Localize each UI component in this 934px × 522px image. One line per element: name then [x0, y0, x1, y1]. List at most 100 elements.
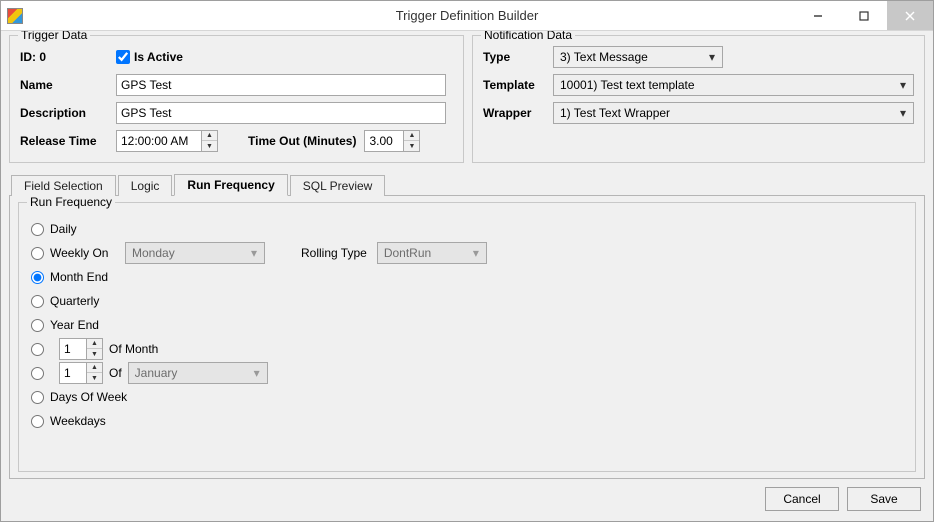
- release-time-spinner[interactable]: ▲ ▼: [116, 130, 218, 152]
- radio-of-monthname-input[interactable]: [31, 367, 44, 380]
- time-out-down[interactable]: ▼: [404, 141, 419, 151]
- tab-sql-preview[interactable]: SQL Preview: [290, 175, 386, 196]
- is-active-label: Is Active: [134, 50, 183, 64]
- chevron-down-icon: ▾: [895, 103, 911, 123]
- wrapper-value: 1) Test Text Wrapper: [560, 106, 895, 120]
- description-input[interactable]: [116, 102, 446, 124]
- weekly-day-value: Monday: [132, 246, 246, 260]
- is-active-input[interactable]: [116, 50, 130, 64]
- radio-weekly-on[interactable]: Weekly On: [31, 246, 119, 260]
- titlebar: Trigger Definition Builder: [1, 1, 933, 31]
- chevron-down-icon: ▾: [704, 47, 720, 67]
- run-frequency-legend: Run Frequency: [27, 195, 115, 209]
- radio-year-end-label: Year End: [50, 318, 99, 332]
- release-time-up[interactable]: ▲: [202, 131, 217, 141]
- radio-year-end[interactable]: Year End: [31, 318, 119, 332]
- maximize-button[interactable]: [841, 1, 887, 30]
- weekly-day-combo[interactable]: Monday ▾: [125, 242, 265, 264]
- radio-daily-input[interactable]: [31, 223, 44, 236]
- groupbox-notification-data: Notification Data Type 3) Text Message ▾…: [472, 35, 925, 163]
- of-month-label: Of Month: [109, 342, 158, 356]
- radio-weekly-on-label: Weekly On: [50, 246, 108, 260]
- tabpanel-run-frequency: Run Frequency Daily Weekly On Monday: [9, 195, 925, 479]
- type-value: 3) Text Message: [560, 50, 704, 64]
- type-label: Type: [483, 50, 553, 64]
- radio-year-end-input[interactable]: [31, 319, 44, 332]
- tab-run-frequency[interactable]: Run Frequency: [174, 174, 287, 196]
- release-time-input[interactable]: [116, 130, 202, 152]
- release-time-down[interactable]: ▼: [202, 141, 217, 151]
- window-title: Trigger Definition Builder: [1, 8, 933, 23]
- id-label: ID: 0: [20, 50, 116, 64]
- close-button[interactable]: [887, 1, 933, 30]
- groupbox-trigger-data: Trigger Data ID: 0 Is Active Name Descri…: [9, 35, 464, 163]
- release-time-label: Release Time: [20, 134, 116, 148]
- radio-of-monthname[interactable]: [31, 367, 53, 380]
- rolling-type-value: DontRun: [384, 246, 468, 260]
- rolling-type-combo[interactable]: DontRun ▾: [377, 242, 487, 264]
- radio-weekdays-label: Weekdays: [50, 414, 106, 428]
- dialog-buttons: Cancel Save: [9, 479, 925, 513]
- wrapper-label: Wrapper: [483, 106, 553, 120]
- radio-quarterly[interactable]: Quarterly: [31, 294, 119, 308]
- radio-quarterly-input[interactable]: [31, 295, 44, 308]
- radio-month-end-label: Month End: [50, 270, 108, 284]
- tab-strip: Field Selection Logic Run Frequency SQL …: [9, 173, 925, 195]
- chevron-down-icon: ▾: [246, 243, 262, 263]
- save-button[interactable]: Save: [847, 487, 921, 511]
- description-label: Description: [20, 106, 116, 120]
- app-icon: [7, 8, 23, 24]
- name-label: Name: [20, 78, 116, 92]
- trigger-data-legend: Trigger Data: [18, 31, 90, 42]
- radio-daily-label: Daily: [50, 222, 77, 236]
- client-area: Trigger Data ID: 0 Is Active Name Descri…: [1, 31, 933, 521]
- minimize-button[interactable]: [795, 1, 841, 30]
- template-label: Template: [483, 78, 553, 92]
- radio-weekdays-input[interactable]: [31, 415, 44, 428]
- time-out-label: Time Out (Minutes): [248, 134, 356, 148]
- window: Trigger Definition Builder Trigger Data …: [0, 0, 934, 522]
- cancel-button[interactable]: Cancel: [765, 487, 839, 511]
- of-monthname-up[interactable]: ▲: [87, 363, 102, 373]
- groupbox-run-frequency: Run Frequency Daily Weekly On Monday: [18, 202, 916, 472]
- radio-month-end[interactable]: Month End: [31, 270, 119, 284]
- chevron-down-icon: ▾: [468, 243, 484, 263]
- type-combo[interactable]: 3) Text Message ▾: [553, 46, 723, 68]
- chevron-down-icon: ▾: [249, 363, 265, 383]
- of-monthname-combo[interactable]: January ▾: [128, 362, 268, 384]
- top-row: Trigger Data ID: 0 Is Active Name Descri…: [9, 35, 925, 163]
- radio-weekdays[interactable]: Weekdays: [31, 414, 119, 428]
- radio-days-of-week[interactable]: Days Of Week: [31, 390, 151, 404]
- is-active-checkbox[interactable]: Is Active: [116, 50, 183, 64]
- rolling-type-label: Rolling Type: [301, 246, 367, 260]
- radio-weekly-on-input[interactable]: [31, 247, 44, 260]
- of-monthname-value: January: [135, 366, 249, 380]
- time-out-input[interactable]: [364, 130, 404, 152]
- template-combo[interactable]: 10001) Test text template ▾: [553, 74, 914, 96]
- of-month-down[interactable]: ▼: [87, 349, 102, 359]
- time-out-spinner[interactable]: ▲ ▼: [364, 130, 420, 152]
- tab-logic[interactable]: Logic: [118, 175, 173, 196]
- chevron-down-icon: ▾: [895, 75, 911, 95]
- of-monthname-input[interactable]: [59, 362, 87, 384]
- of-month-up[interactable]: ▲: [87, 339, 102, 349]
- name-input[interactable]: [116, 74, 446, 96]
- radio-of-month[interactable]: [31, 343, 53, 356]
- tab-field-selection[interactable]: Field Selection: [11, 175, 116, 196]
- radio-of-month-input[interactable]: [31, 343, 44, 356]
- of-month-input[interactable]: [59, 338, 87, 360]
- of-monthname-spinner[interactable]: ▲ ▼: [59, 362, 103, 384]
- window-controls: [795, 1, 933, 30]
- radio-daily[interactable]: Daily: [31, 222, 119, 236]
- of-month-spinner[interactable]: ▲ ▼: [59, 338, 103, 360]
- notification-data-legend: Notification Data: [481, 31, 575, 42]
- of-monthname-down[interactable]: ▼: [87, 373, 102, 383]
- template-value: 10001) Test text template: [560, 78, 895, 92]
- radio-days-of-week-label: Days Of Week: [50, 390, 127, 404]
- radio-days-of-week-input[interactable]: [31, 391, 44, 404]
- time-out-up[interactable]: ▲: [404, 131, 419, 141]
- radio-month-end-input[interactable]: [31, 271, 44, 284]
- of-label: Of: [109, 366, 122, 380]
- wrapper-combo[interactable]: 1) Test Text Wrapper ▾: [553, 102, 914, 124]
- radio-quarterly-label: Quarterly: [50, 294, 99, 308]
